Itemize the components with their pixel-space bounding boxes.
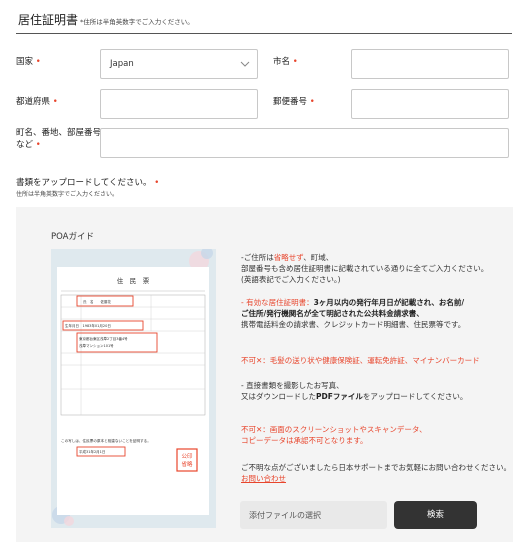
prefecture-label: 都道府県 • [16, 97, 58, 107]
sample-date: 平成31年2月1日 [79, 449, 105, 454]
sample-document-image: 住 民 票 氏 名 佐藤花 生年月日 1983年01月20日 東京都台東区浅草2… [51, 247, 216, 528]
guide-paragraph-2: - 有効な居住証明書：3ヶ月以内の発行年月日が記載され、お名前/ ご住所/発行機… [241, 298, 466, 329]
address-input[interactable] [100, 128, 509, 158]
contact-link[interactable]: お問い合わせ [241, 474, 286, 483]
chevron-down-icon [240, 61, 250, 67]
upload-note: 住所は半角英数字でご入力ください。 [16, 191, 119, 198]
guide-paragraph-3: 不可✕：毛髪の送り状や健康保険証、運転免許証、マイナンバーカード [241, 356, 480, 365]
sample-address-row2: 浅草マンション101号 [79, 343, 114, 348]
sample-document-drawing: 住 民 票 氏 名 佐藤花 生年月日 1983年01月20日 東京都台東区浅草2… [52, 247, 213, 526]
title-divider [16, 33, 512, 34]
guide-paragraph-6: ご不明な点がございましたら日本サポートまでお気軽にお問い合わせください。 お問い… [241, 463, 511, 483]
page-title-note: *住所は半角英数字でご入力ください。 [80, 18, 194, 26]
search-button[interactable]: 検索 [394, 501, 477, 529]
postal-input[interactable] [351, 89, 509, 119]
country-select-value: Japan [110, 59, 134, 69]
sample-address-row: 東京都台東区浅草2丁目3番4号 [79, 336, 128, 341]
city-input[interactable] [351, 49, 509, 79]
sample-footer: この写しは、住民票の原本と相違ないことを証明する。 [61, 438, 151, 443]
city-label: 市名 • [273, 57, 298, 67]
guide-paragraph-5: 不可✕：画面のスクリーンショットやスキャンデータ、 コピーデータは承認不可となり… [241, 425, 427, 445]
postal-label: 郵便番号 • [273, 97, 315, 107]
svg-text:公印: 公印 [181, 453, 193, 460]
sample-heading: 住 民 票 [117, 276, 150, 285]
address-label: 町名、番地、部屋番号 など • [16, 128, 102, 150]
page-title: 居住証明書 *住所は半角英数字でご入力ください。 [18, 11, 194, 28]
guide-paragraph-1: -ご住所は省略せず、町域、 部屋番号も含め居住証明書に記載されている通りに全てご… [241, 253, 489, 284]
file-select-field[interactable]: 添付ファイルの選択 [240, 501, 387, 529]
country-label: 国家 • [16, 57, 41, 67]
svg-text:省略: 省略 [181, 460, 193, 468]
sample-name-row: 氏 名 佐藤花 [83, 299, 111, 304]
sample-dob-row: 生年月日 1983年01月20日 [65, 323, 111, 328]
guide-paragraph-4: - 直接書類を撮影したお写真、 又はダウンロードしたPDFファイルをアップロード… [241, 381, 468, 401]
page-title-text: 居住証明書 [18, 13, 79, 27]
upload-label: 書類をアップロードしてください。 • [16, 178, 160, 188]
poa-guide-title: POAガイド [51, 232, 94, 242]
prefecture-input[interactable] [100, 89, 258, 119]
